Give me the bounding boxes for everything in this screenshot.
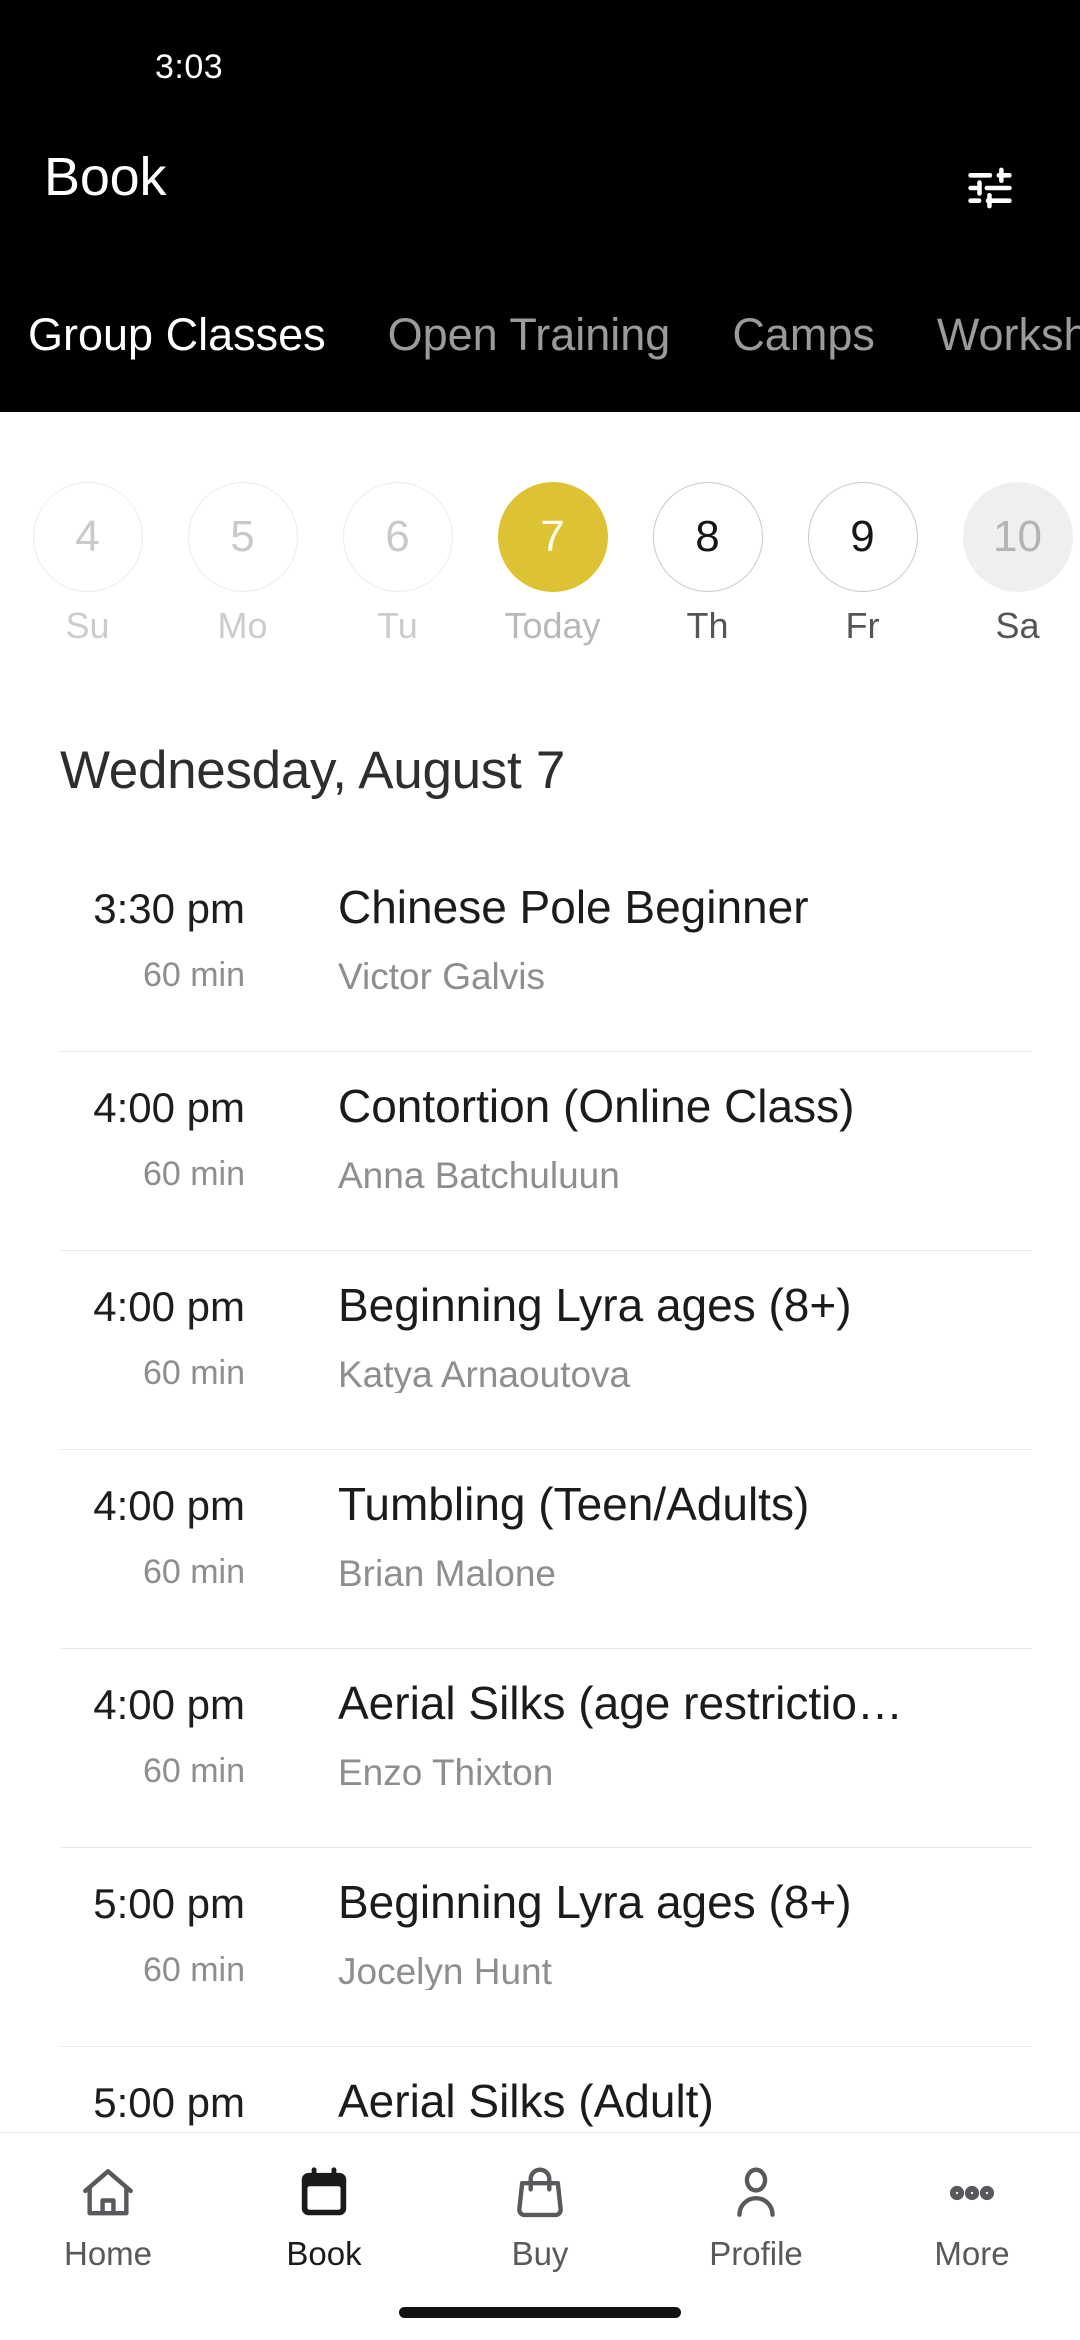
- date-number: 10: [962, 482, 1073, 592]
- class-title: Tumbling (Teen/Adults): [338, 1479, 810, 1530]
- class-duration: 60 min: [142, 956, 245, 994]
- class-duration: 60 min: [142, 1752, 245, 1790]
- class-time: 5:00 pm: [93, 1880, 245, 1927]
- class-row[interactable]: 4:00 pm 60 min Beginning Lyra ages (8+) …: [0, 1250, 1080, 1449]
- class-duration: 60 min: [142, 1354, 245, 1392]
- class-staff: Anna Batchuluun: [338, 1157, 620, 1194]
- page-title: Book: [44, 147, 167, 207]
- date-cell-8[interactable]: 8 Th: [630, 412, 785, 644]
- category-tabs[interactable]: Group Classes Open Training Camps Worksh…: [0, 280, 1080, 412]
- class-time: 4:00 pm: [93, 1482, 245, 1529]
- class-time: 5:00 pm: [93, 2079, 245, 2126]
- tab-camps[interactable]: Camps: [732, 280, 875, 357]
- bag-icon: [507, 2157, 573, 2229]
- date-weekday: Th: [686, 605, 729, 646]
- class-staff: Brian Malone: [338, 1555, 557, 1592]
- class-title: Beginning Lyra ages (8+): [338, 1877, 852, 1928]
- date-weekday: Today: [504, 605, 601, 646]
- date-cell-6[interactable]: 6 Tu: [320, 412, 475, 644]
- class-row[interactable]: 3:30 pm 60 min Chinese Pole Beginner Vic…: [0, 852, 1080, 1051]
- class-schedule-list[interactable]: 3:30 pm 60 min Chinese Pole Beginner Vic…: [0, 852, 1080, 2132]
- app-bar: Book: [0, 108, 1080, 268]
- selected-day-heading: Wednesday, August 7: [60, 741, 566, 800]
- class-title: Aerial Silks (Adult): [338, 2076, 714, 2127]
- date-cell-9[interactable]: 9 Fr: [785, 412, 940, 644]
- class-staff: Victor Galvis: [338, 958, 545, 995]
- nav-label: Book: [286, 2235, 362, 2272]
- class-row[interactable]: 4:00 pm 60 min Contortion (Online Class)…: [0, 1051, 1080, 1250]
- date-number: 9: [807, 482, 918, 592]
- class-duration: 60 min: [142, 1553, 245, 1591]
- nav-item-more[interactable]: More: [864, 2133, 1080, 2340]
- date-number: 7: [497, 482, 608, 592]
- date-cell-4[interactable]: 4 Su: [10, 412, 165, 644]
- date-weekday: Fr: [845, 605, 880, 646]
- home-icon: [75, 2157, 141, 2229]
- bottom-navigation[interactable]: Home Book Buy Profile More: [0, 2132, 1080, 2340]
- filter-button[interactable]: [952, 153, 1028, 223]
- date-cell-7-today[interactable]: 7 Today: [475, 412, 630, 644]
- class-row[interactable]: 5:00 pm 60 min Beginning Lyra ages (8+) …: [0, 1847, 1080, 2046]
- class-row[interactable]: 4:00 pm 60 min Aerial Silks (age restric…: [0, 1648, 1080, 1847]
- class-time: 3:30 pm: [93, 885, 245, 932]
- date-cell-10[interactable]: 10 Sa: [940, 412, 1080, 644]
- class-title: Chinese Pole Beginner: [338, 882, 809, 933]
- tab-group-classes[interactable]: Group Classes: [28, 280, 326, 357]
- class-staff: Jocelyn Hunt: [338, 1953, 552, 1990]
- ellipsis-icon: [939, 2157, 1005, 2229]
- tab-open-training[interactable]: Open Training: [388, 280, 671, 357]
- class-row[interactable]: 4:00 pm 60 min Tumbling (Teen/Adults) Br…: [0, 1449, 1080, 1648]
- nav-label: Home: [63, 2235, 153, 2272]
- date-selector[interactable]: 4 Su 5 Mo 6 Tu 7 Today 8 Th 9 Fr 10 Sa: [0, 412, 1080, 662]
- class-time: 4:00 pm: [93, 1681, 245, 1728]
- home-indicator: [399, 2307, 681, 2318]
- class-title: Beginning Lyra ages (8+): [338, 1280, 852, 1331]
- date-weekday: Mo: [217, 605, 268, 646]
- date-weekday: Tu: [377, 605, 418, 646]
- class-staff: Enzo Thixton: [338, 1754, 554, 1791]
- date-cell-5[interactable]: 5 Mo: [165, 412, 320, 644]
- nav-item-profile[interactable]: Profile: [648, 2133, 864, 2340]
- date-weekday: Su: [65, 605, 110, 646]
- person-icon: [723, 2157, 789, 2229]
- calendar-icon: [291, 2157, 357, 2229]
- class-duration: 60 min: [142, 1951, 245, 1989]
- class-title: Contortion (Online Class): [338, 1081, 855, 1132]
- class-time: 4:00 pm: [93, 1283, 245, 1330]
- nav-label: More: [934, 2235, 1010, 2272]
- nav-label: Profile: [709, 2235, 803, 2272]
- date-number: 8: [652, 482, 763, 592]
- app-screen: 3:03 Book Group Classes Open Training Ca…: [0, 0, 1080, 2340]
- header-region: 3:03 Book Group Classes Open Training Ca…: [0, 0, 1080, 412]
- date-number: 6: [342, 482, 453, 592]
- class-duration: 60 min: [142, 1155, 245, 1193]
- date-number: 4: [32, 482, 143, 592]
- class-row[interactable]: 5:00 pm Aerial Silks (Adult): [0, 2046, 1080, 2132]
- tab-workshops[interactable]: Workshops: [937, 280, 1080, 357]
- tune-icon: [962, 162, 1018, 214]
- nav-label: Buy: [511, 2235, 569, 2272]
- nav-item-home[interactable]: Home: [0, 2133, 216, 2340]
- status-bar: 3:03: [0, 0, 1080, 108]
- date-number: 5: [187, 482, 298, 592]
- status-bar-clock: 3:03: [155, 48, 224, 86]
- class-staff: Katya Arnaoutova: [338, 1356, 631, 1393]
- date-weekday: Sa: [995, 605, 1040, 646]
- class-time: 4:00 pm: [93, 1084, 245, 1131]
- class-title: Aerial Silks (age restrictio…: [338, 1678, 903, 1729]
